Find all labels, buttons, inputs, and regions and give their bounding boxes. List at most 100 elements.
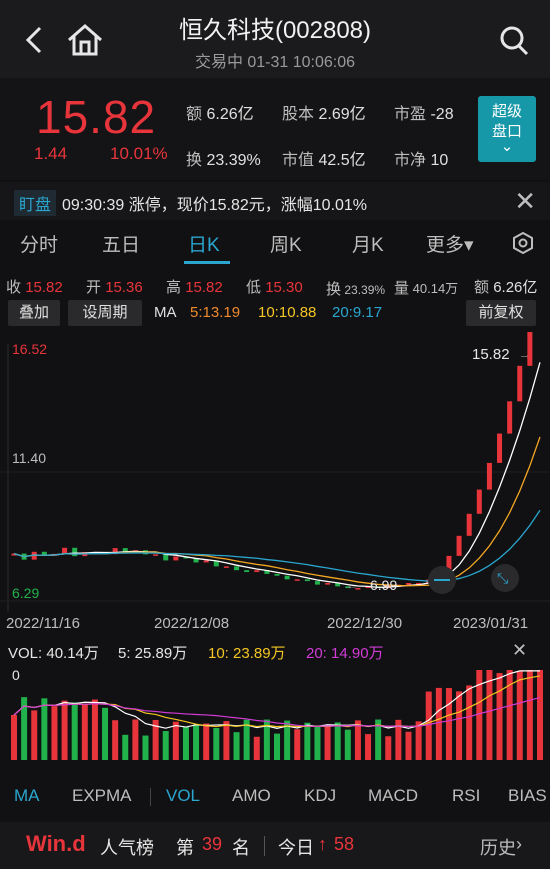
- candlestick-chart[interactable]: 16.52 11.40 6.29 15.82 → 6.99 ← ⤡ 2022/1…: [0, 332, 550, 638]
- volume-bar: [112, 720, 119, 760]
- watch-tag: 盯盘: [14, 190, 57, 216]
- vol-ma10: 10: 23.89万: [208, 645, 286, 662]
- indicator-rsi[interactable]: RSI: [452, 786, 480, 806]
- vol-zero-label: 0: [12, 667, 20, 683]
- indicator-kdj[interactable]: KDJ: [304, 786, 336, 806]
- y-tick-mid: 11.40: [12, 450, 46, 466]
- candle: [294, 579, 300, 581]
- volume-bar: [365, 734, 372, 760]
- candle: [284, 575, 290, 580]
- candle: [517, 365, 523, 402]
- rank-label: 人气榜: [100, 838, 154, 858]
- volume-bar: [537, 670, 543, 760]
- candle: [325, 582, 331, 585]
- volume-bar: [11, 715, 17, 760]
- stat-low: 低 15.30: [246, 279, 303, 296]
- tab-weekly-k[interactable]: 周K: [270, 230, 302, 257]
- indicator-expma[interactable]: EXPMA: [72, 786, 132, 806]
- tab-more[interactable]: 更多▾: [426, 230, 474, 257]
- volume-bar: [31, 710, 38, 760]
- ma5-value: 5:13.19: [190, 304, 241, 321]
- volume-header: VOL: 40.14万 5: 25.89万 10: 23.89万 20: 14.…: [0, 640, 550, 664]
- volume-bar: [61, 700, 68, 760]
- candle: [527, 332, 533, 366]
- tab-five-day[interactable]: 五日: [102, 230, 140, 257]
- arrow-up-icon: ↑: [318, 834, 327, 854]
- candle: [304, 579, 310, 582]
- ohlc-stats-row: 收 15.82 开 15.36 高 15.82 低 15.30 换 23.39%…: [0, 270, 550, 298]
- quote-field-pe: 市盈 -28: [394, 106, 454, 123]
- set-period-button[interactable]: 设周期: [68, 300, 142, 326]
- candle: [456, 535, 462, 556]
- search-icon[interactable]: [498, 22, 532, 58]
- x-tick-2: 2022/12/08: [154, 615, 229, 632]
- chevron-down-icon: ⌄: [500, 138, 514, 155]
- adjust-price-button[interactable]: 前复权: [466, 300, 536, 326]
- y-tick-low: 6.29: [12, 585, 39, 601]
- candle: [476, 489, 482, 514]
- volume-bar: [314, 725, 321, 760]
- indicator-bias[interactable]: BIAS: [508, 786, 547, 806]
- rank-suffix: 名: [232, 838, 250, 858]
- volume-bar: [526, 670, 533, 760]
- volume-bar: [486, 670, 493, 760]
- candle: [153, 554, 159, 556]
- volume-bar: [456, 691, 463, 760]
- price-change: 1.44: [34, 144, 68, 163]
- y-tick-high: 16.52: [12, 341, 47, 357]
- watch-alert-bar: 盯盘 09:30:39 涨停，现价15.82元，涨幅10.01% ✕: [0, 182, 550, 220]
- indicator-macd[interactable]: MACD: [368, 786, 418, 806]
- super-orderbook-button[interactable]: 超级 盘口 ⌄: [478, 96, 536, 162]
- indicator-vol[interactable]: VOL: [166, 786, 200, 806]
- candle: [486, 462, 492, 490]
- volume-bar: [425, 691, 432, 760]
- volume-bar: [304, 722, 311, 760]
- candle: [274, 573, 280, 576]
- volume-chart: 0: [11, 667, 543, 760]
- period-tabs: 分时 五日 日K 周K 月K 更多▾: [0, 222, 550, 266]
- chevron-right-icon: ›: [516, 834, 522, 854]
- volume-bars-group: [11, 670, 543, 760]
- ma-label: MA: [154, 304, 177, 321]
- tab-daily-k[interactable]: 日K: [188, 230, 220, 257]
- x-tick-3: 2022/12/30: [327, 615, 402, 632]
- rank-history-link[interactable]: 历史: [480, 834, 516, 860]
- popularity-rank-bar[interactable]: Win.d 人气榜 第 39 名 今日 ↑ 58 历史 ›: [0, 822, 550, 869]
- stat-amount: 额 6.26亿: [474, 279, 538, 296]
- volume-bar: [81, 703, 88, 760]
- indicator-amo[interactable]: AMO: [232, 786, 271, 806]
- candle: [173, 556, 179, 561]
- candles-group: [11, 332, 533, 590]
- stock-title: 恒久科技(002808): [178, 17, 372, 44]
- volume-bar: [334, 722, 341, 760]
- overlay-button[interactable]: 叠加: [8, 300, 60, 326]
- volume-bar: [71, 702, 78, 760]
- candle: [244, 570, 250, 573]
- rank-today-change: 58: [334, 834, 355, 854]
- gear-icon[interactable]: [512, 232, 534, 254]
- tab-monthly-k[interactable]: 月K: [352, 230, 384, 257]
- candle: [314, 581, 320, 585]
- candle: [466, 513, 472, 536]
- quote-field-turnover: 换 23.39%: [186, 152, 261, 169]
- watch-message: 09:30:39 涨停，现价15.82元，涨幅10.01%: [62, 197, 368, 214]
- price-change-pct: 10.01%: [110, 144, 168, 163]
- x-tick-1: 2022/11/16: [6, 615, 80, 632]
- tab-intraday[interactable]: 分时: [20, 230, 58, 257]
- volume-bar: [102, 707, 109, 760]
- indicator-divider: [150, 788, 151, 806]
- indicator-ma[interactable]: MA: [14, 786, 40, 806]
- rank-today-label: 今日: [278, 838, 314, 858]
- close-icon[interactable]: ✕: [512, 640, 527, 661]
- volume-bar: [324, 725, 331, 760]
- candle: [72, 547, 78, 557]
- volume-bar: [516, 671, 523, 760]
- stat-turnover: 换 23.39%: [326, 281, 386, 298]
- close-icon[interactable]: ✕: [514, 186, 536, 217]
- candle: [203, 560, 209, 563]
- volume-bar: [415, 721, 422, 760]
- indicator-tabs: MA EXPMA VOL AMO KDJ MACD RSI BIAS: [0, 780, 550, 812]
- wind-logo: Win.d: [26, 831, 86, 856]
- candle: [62, 547, 68, 554]
- quote-field-pb: 市净 10: [394, 152, 449, 169]
